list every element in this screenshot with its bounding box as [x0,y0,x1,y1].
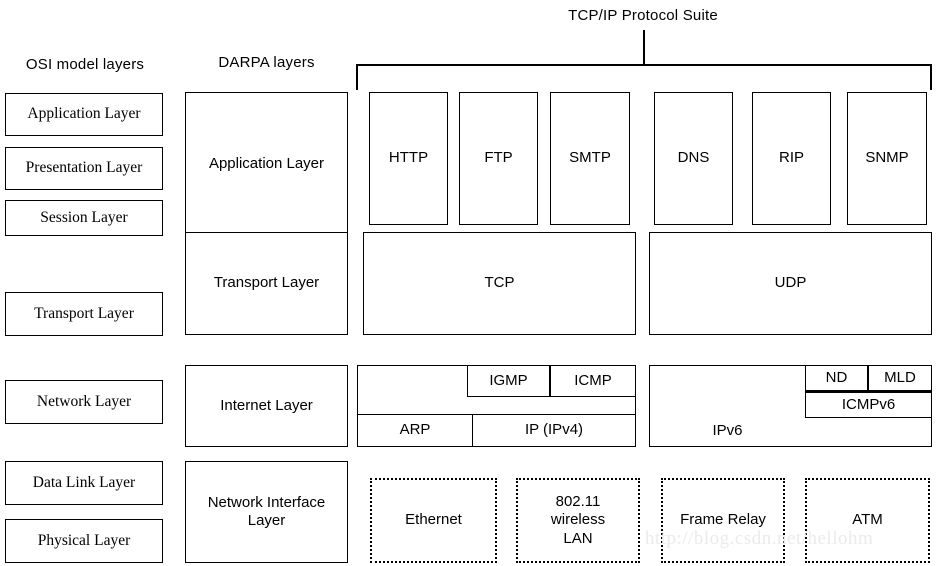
protocol-ftp: FTP [459,92,538,225]
protocol-label: ARP [399,421,431,439]
osi-layer-application: Application Layer [5,93,163,136]
osi-layer-data-link: Data Link Layer [5,461,163,505]
osi-layer-transport: Transport Layer [5,292,163,336]
protocol-tcp: TCP [363,232,636,335]
technology-label-line1: 802.11 [555,493,601,511]
protocol-label: ICMP [574,371,612,389]
osi-layer-session: Session Layer [5,200,163,236]
protocol-rip: RIP [752,92,831,225]
osi-layer-presentation: Presentation Layer [5,147,163,190]
osi-layer-label: Session Layer [40,208,128,226]
darpa-layer-application: Application Layer [185,92,348,236]
darpa-layer-label: Application Layer [208,154,325,172]
watermark-text: http://blog.csdn.net/hellohm [645,528,874,549]
protocol-icmp: ICMP [550,365,636,397]
protocol-udp: UDP [649,232,932,335]
technology-label-line2: wireless [550,511,606,529]
osi-layer-label: Network Layer [36,392,132,410]
protocol-label: UDP [774,274,807,292]
protocol-icmpv6: ICMPv6 [805,391,932,418]
darpa-layer-label: Transport Layer [213,274,320,292]
protocol-smtp: SMTP [550,92,630,225]
protocol-label: DNS [677,149,710,167]
diagram-title: TCP/IP Protocol Suite [568,7,718,24]
technology-label: Frame Relay [680,511,766,529]
protocol-label: SMTP [569,149,611,167]
protocol-dns: DNS [654,92,733,225]
darpa-layer-internet: Internet Layer [185,365,348,447]
protocol-ipv4: IP (IPv4) [473,414,636,447]
protocol-label: IPv6 [712,422,743,439]
osi-layer-label: Data Link Layer [32,473,136,491]
technology-802-11-wireless-lan: 802.11 wireless LAN [516,478,640,563]
osi-layer-label: Physical Layer [37,531,131,549]
technology-frame-relay: Frame Relay [661,478,785,563]
protocol-nd: ND [805,365,868,391]
darpa-layer-transport: Transport Layer [185,232,348,335]
osi-layer-physical: Physical Layer [5,519,163,563]
protocol-label: SNMP [865,149,909,167]
suite-bracket [356,64,932,90]
darpa-layer-network-interface: Network Interface Layer [185,461,348,563]
osi-layer-network: Network Layer [5,380,163,424]
protocol-snmp: SNMP [847,92,927,225]
technology-label-line3: LAN [563,529,593,547]
technology-atm: ATM [805,478,930,563]
protocol-label: IGMP [489,371,528,389]
protocol-label: HTTP [388,149,429,167]
protocol-http: HTTP [369,92,448,225]
protocol-label: TCP [484,274,515,292]
osi-column-header: OSI model layers [25,56,145,73]
suite-stem-line [643,30,645,65]
protocol-label: RIP [778,149,804,167]
darpa-layer-label: Internet Layer [220,396,313,414]
protocol-igmp: IGMP [467,365,550,397]
protocol-arp: ARP [357,414,473,447]
technology-label: ATM [852,511,883,529]
protocol-label: ICMPv6 [841,395,896,413]
protocol-label: IP (IPv4) [524,421,584,439]
tcp-ip-protocol-suite-diagram: TCP/IP Protocol Suite OSI model layers D… [0,0,936,566]
protocol-label: MLD [884,368,916,386]
protocol-label: FTP [484,149,513,167]
technology-ethernet: Ethernet [370,478,497,563]
osi-layer-label: Presentation Layer [25,159,143,177]
protocol-label: ND [825,368,848,386]
darpa-layer-label: Network Interface Layer [207,493,326,529]
osi-layer-label: Application Layer [27,105,141,123]
darpa-column-header: DARPA layers [218,54,315,71]
protocol-mld: MLD [868,365,932,391]
protocol-ipv6-label-wrap: IPv6 [649,414,806,447]
osi-layer-label: Transport Layer [34,304,134,322]
technology-label: Ethernet [405,511,462,529]
